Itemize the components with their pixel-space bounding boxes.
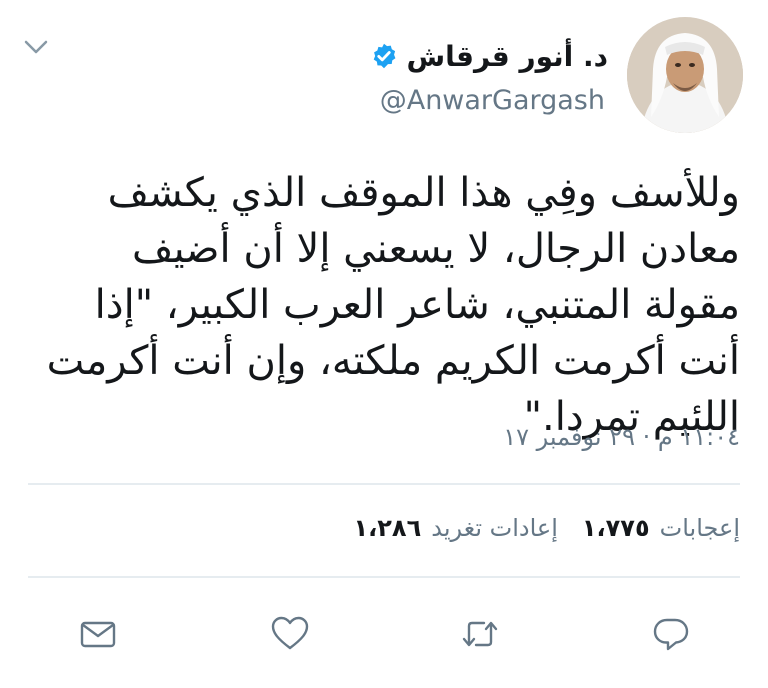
verified-badge-icon bbox=[374, 43, 396, 69]
reply-icon[interactable] bbox=[651, 614, 691, 654]
likes-label: إعجابات bbox=[659, 514, 740, 542]
envelope-icon[interactable] bbox=[78, 614, 118, 654]
divider bbox=[28, 576, 740, 578]
heart-icon[interactable] bbox=[270, 614, 310, 654]
tweet-stats: ١،٢٨٦ إعادات تغريد ١،٧٧٥ إعجابات bbox=[354, 508, 740, 548]
retweets-stat[interactable]: ١،٢٨٦ إعادات تغريد bbox=[354, 514, 558, 542]
divider bbox=[28, 483, 740, 485]
user-handle[interactable]: @AnwarGargash bbox=[380, 85, 605, 116]
tweet-text: وللأسف وفِي هذا الموقف الذي يكشف معادن ا… bbox=[46, 170, 740, 440]
retweet-icon[interactable] bbox=[460, 614, 500, 654]
chevron-down-icon[interactable] bbox=[22, 37, 50, 57]
likes-count: ١،٧٧٥ bbox=[581, 514, 650, 542]
avatar[interactable] bbox=[627, 17, 743, 133]
tweet-header: د. أنور قرقاش @AnwarGargash bbox=[0, 0, 768, 140]
tweet-timestamp[interactable]: ١١:٠٤ م · ٢٩ نوفمبر ١٧ bbox=[503, 423, 740, 451]
name-row: د. أنور قرقاش bbox=[370, 36, 608, 76]
retweets-count: ١،٢٨٦ bbox=[353, 514, 422, 542]
avatar-image bbox=[627, 17, 743, 133]
display-name[interactable]: د. أنور قرقاش bbox=[406, 40, 608, 73]
likes-stat[interactable]: ١،٧٧٥ إعجابات bbox=[582, 514, 740, 542]
tweet-actions bbox=[0, 600, 768, 660]
retweets-label: إعادات تغريد bbox=[431, 514, 558, 542]
